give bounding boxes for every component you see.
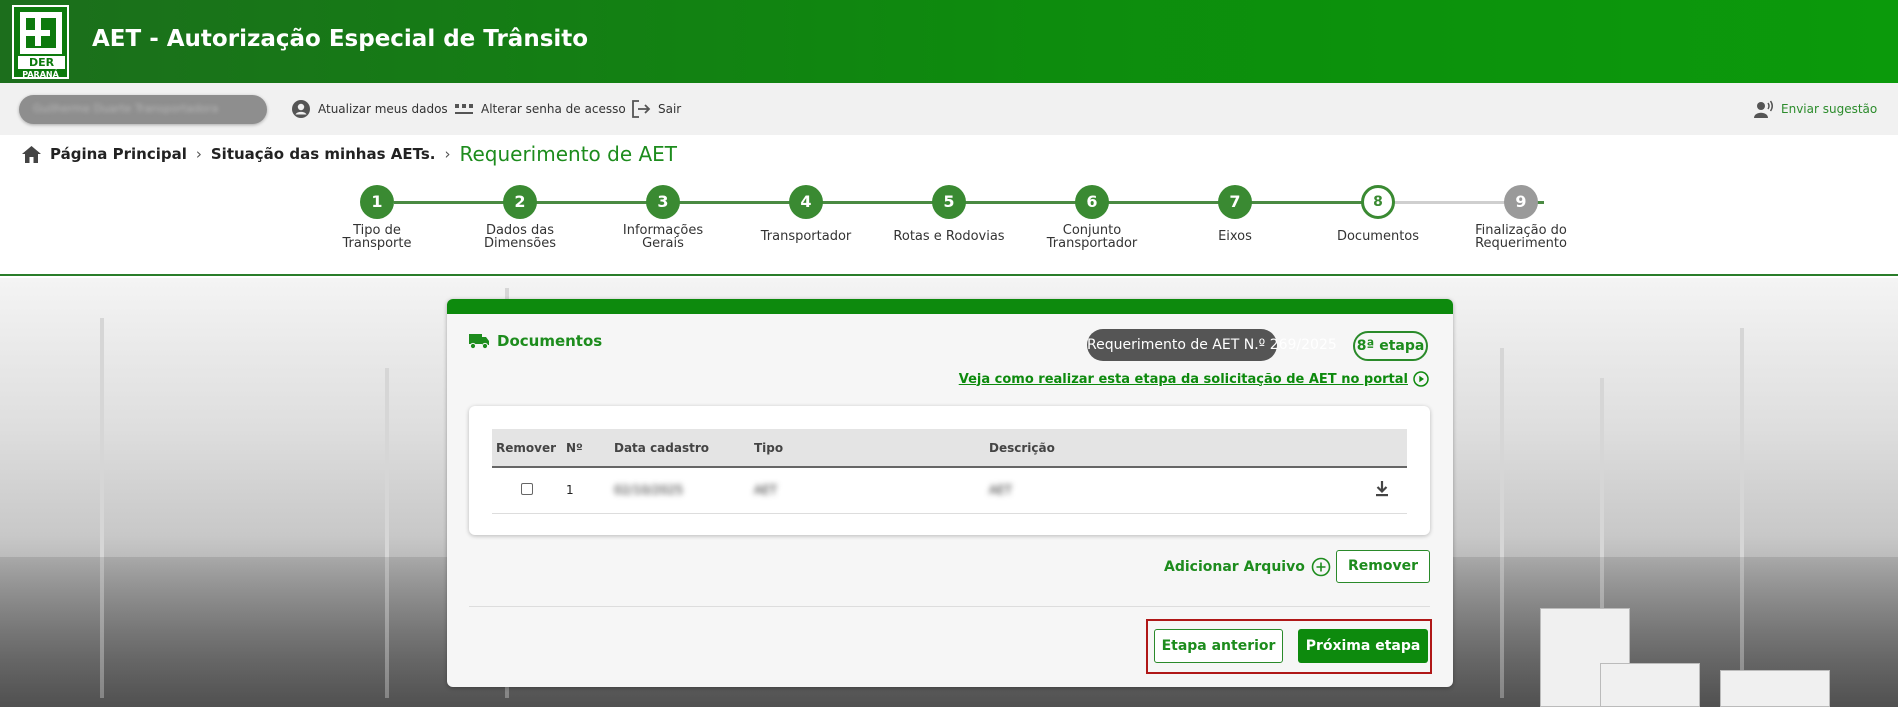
table-header-row: Remover Nº Data cadastro Tipo Descrição bbox=[492, 429, 1407, 468]
logout-icon bbox=[632, 100, 651, 118]
step-6[interactable]: 6 Conjunto Transportador bbox=[1032, 185, 1152, 250]
column-header-date: Data cadastro bbox=[610, 429, 750, 468]
card-title: Documentos bbox=[469, 332, 602, 350]
plus-circle-icon bbox=[1311, 557, 1331, 577]
card-title-text: Documentos bbox=[497, 332, 603, 350]
stepper: 1 Tipo de Transporte 2 Dados das Dimensões 3… bbox=[0, 172, 1898, 276]
user-name-pill[interactable]: Guilherme Duarte Transportadora bbox=[19, 95, 267, 124]
send-suggestion-label: Enviar sugestão bbox=[1781, 102, 1878, 116]
documents-table: Remover Nº Data cadastro Tipo Descrição … bbox=[492, 429, 1407, 514]
remove-checkbox[interactable] bbox=[521, 482, 533, 495]
password-dots-icon bbox=[455, 104, 473, 114]
download-icon[interactable] bbox=[1373, 480, 1391, 498]
download-cell bbox=[1357, 467, 1407, 514]
play-circle-icon bbox=[1413, 371, 1429, 387]
column-header-actions bbox=[1357, 429, 1407, 468]
step-4[interactable]: 4 Transportador bbox=[746, 185, 866, 243]
step-3[interactable]: 3 Informações Gerais bbox=[603, 185, 723, 250]
step-label: Rotas e Rodovias bbox=[893, 229, 1005, 244]
step-circle: 8 bbox=[1361, 185, 1395, 219]
update-data-link[interactable]: Atualizar meus dados bbox=[291, 99, 448, 119]
step-circle: 5 bbox=[932, 185, 966, 219]
step-label: Finalização do Requerimento bbox=[1475, 223, 1567, 251]
add-file-button[interactable]: Adicionar Arquivo bbox=[1164, 557, 1331, 577]
change-password-label: Alterar senha de acesso bbox=[481, 102, 626, 116]
remove-button[interactable]: Remover bbox=[1336, 550, 1430, 583]
breadcrumb-status[interactable]: Situação das minhas AETs. bbox=[211, 145, 436, 163]
add-file-label: Adicionar Arquivo bbox=[1164, 559, 1305, 575]
column-header-number: Nº bbox=[562, 429, 610, 468]
step-5[interactable]: 5 Rotas e Rodovias bbox=[889, 185, 1009, 243]
send-suggestion-link[interactable]: Enviar sugestão bbox=[1754, 99, 1877, 119]
step-label: Informações Gerais bbox=[622, 223, 704, 251]
breadcrumb: Página Principal › Situação das minhas A… bbox=[22, 142, 677, 166]
column-header-description: Descrição bbox=[985, 429, 1357, 468]
chevron-right-icon: › bbox=[444, 145, 451, 163]
date-cell: 02/10/2025 bbox=[610, 467, 750, 514]
column-header-remove: Remover bbox=[492, 429, 562, 468]
previous-step-button[interactable]: Etapa anterior bbox=[1154, 629, 1283, 663]
home-icon[interactable] bbox=[22, 145, 41, 163]
documents-card: Documentos Requerimento de AET N.º 269/2… bbox=[447, 299, 1453, 687]
type-cell: AET bbox=[750, 467, 985, 514]
step-2[interactable]: 2 Dados das Dimensões bbox=[460, 185, 580, 250]
column-header-type: Tipo bbox=[750, 429, 985, 468]
chevron-right-icon: › bbox=[195, 145, 202, 163]
step-label: Documentos bbox=[1336, 229, 1420, 244]
description-cell: AET bbox=[985, 467, 1357, 514]
card-top-bar bbox=[447, 299, 1453, 314]
number-cell: 1 bbox=[562, 467, 610, 514]
request-number-badge: Requerimento de AET N.º 269/2025 bbox=[1087, 329, 1337, 361]
speaking-person-icon bbox=[1754, 100, 1773, 118]
truck-icon bbox=[469, 333, 489, 349]
der-logo-mark bbox=[20, 12, 62, 54]
step-label: Dados das Dimensões bbox=[483, 223, 557, 251]
step-8[interactable]: 8 Documentos bbox=[1318, 185, 1438, 243]
der-logo: DER PARANÁ bbox=[12, 5, 69, 79]
logout-link[interactable]: Sair bbox=[631, 99, 681, 119]
step-1[interactable]: 1 Tipo de Transporte bbox=[317, 185, 437, 250]
logout-label: Sair bbox=[658, 102, 682, 116]
update-data-label: Atualizar meus dados bbox=[318, 102, 448, 116]
documents-table-box: Remover Nº Data cadastro Tipo Descrição … bbox=[469, 406, 1430, 535]
step-label: Transportador bbox=[760, 229, 852, 244]
user-name: Guilherme Duarte Transportadora bbox=[33, 102, 219, 115]
background-truck bbox=[1600, 663, 1700, 707]
help-link-label: Veja como realizar esta etapa da solicit… bbox=[958, 371, 1408, 387]
step-circle: 2 bbox=[503, 185, 537, 219]
step-circle: 6 bbox=[1075, 185, 1109, 219]
der-logo-subtext: PARANÁ bbox=[22, 70, 59, 79]
breadcrumb-home[interactable]: Página Principal bbox=[50, 145, 187, 163]
step-circle: 7 bbox=[1218, 185, 1252, 219]
breadcrumb-current: Requerimento de AET bbox=[459, 142, 678, 166]
step-circle: 9 bbox=[1504, 185, 1538, 219]
step-circle: 4 bbox=[789, 185, 823, 219]
help-link[interactable]: Veja como realizar esta etapa da solicit… bbox=[959, 371, 1429, 387]
step-9[interactable]: 9 Finalização do Requerimento bbox=[1461, 185, 1581, 250]
background-truck bbox=[1720, 670, 1830, 707]
step-label: Tipo de Transporte bbox=[342, 223, 412, 251]
user-bar: Guilherme Duarte Transportadora Atualiza… bbox=[0, 83, 1898, 135]
remove-cell bbox=[492, 467, 562, 514]
step-circle: 3 bbox=[646, 185, 680, 219]
app-title: AET - Autorização Especial de Trânsito bbox=[92, 26, 589, 52]
step-7[interactable]: 7 Eixos bbox=[1175, 185, 1295, 243]
step-circle: 1 bbox=[360, 185, 394, 219]
step-label: Eixos bbox=[1218, 229, 1252, 244]
next-step-button[interactable]: Próxima etapa bbox=[1298, 629, 1428, 663]
change-password-link[interactable]: Alterar senha de acesso bbox=[454, 99, 626, 119]
der-logo-text: DER bbox=[18, 56, 65, 69]
user-circle-icon bbox=[292, 100, 310, 118]
app-header: DER PARANÁ AET - Autorização Especial de… bbox=[0, 0, 1898, 83]
table-row: 1 02/10/2025 AET AET bbox=[492, 467, 1407, 514]
step-label: Conjunto Transportador bbox=[1046, 223, 1138, 251]
card-divider bbox=[469, 606, 1430, 607]
stage-badge: 8ª etapa bbox=[1353, 331, 1428, 361]
